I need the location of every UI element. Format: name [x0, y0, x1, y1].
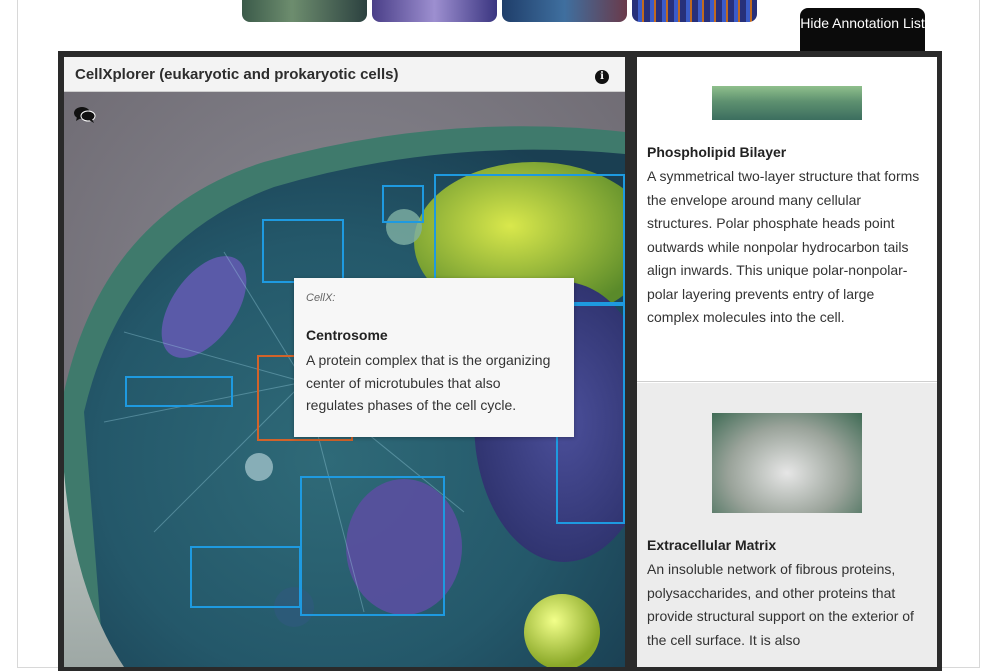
annotation-thumbnail [712, 413, 862, 513]
viewer-header: CellXplorer (eukaryotic and prokaryotic … [64, 57, 625, 92]
scene-thumbnail[interactable] [372, 0, 497, 22]
viewer-title: CellXplorer (eukaryotic and prokaryotic … [75, 66, 399, 83]
info-icon[interactable]: i [595, 70, 609, 84]
hotspot-mitochondrion[interactable] [300, 476, 445, 616]
annotation-item[interactable]: Extracellular Matrix An insoluble networ… [637, 383, 937, 667]
annotation-thumbnail [712, 86, 862, 120]
scene-thumbnails [242, 0, 757, 22]
scene-thumbnail[interactable] [502, 0, 627, 22]
annotation-item[interactable]: Phospholipid Bilayer A symmetrical two-l… [637, 57, 937, 382]
hotspot-lysosome[interactable] [262, 219, 344, 283]
hotspot-extracellular-matrix[interactable] [190, 546, 301, 608]
tooltip-source: CellX: [306, 292, 336, 304]
cell-illustration[interactable]: CellX: Centrosome A protein complex that… [64, 92, 625, 667]
tooltip-text: A protein complex that is the organizing… [306, 352, 551, 413]
tooltip-title: Centrosome [306, 327, 388, 343]
panel-divider [631, 51, 636, 671]
scene-thumbnail[interactable] [632, 0, 757, 22]
annotation-title: Extracellular Matrix [647, 537, 777, 553]
annotation-text: A symmetrical two-layer structure that f… [647, 168, 920, 325]
chat-bubbles-icon[interactable] [74, 106, 96, 129]
cell-viewer: CellXplorer (eukaryotic and prokaryotic … [64, 57, 625, 667]
hotspot-vesicle[interactable] [382, 185, 424, 223]
annotation-title: Phospholipid Bilayer [647, 144, 787, 160]
annotation-tooltip: CellX: Centrosome A protein complex that… [294, 278, 574, 437]
hide-annotation-list-button[interactable]: Hide Annotation List [800, 8, 925, 54]
hotspot-microtubule[interactable] [125, 376, 233, 407]
annotation-list[interactable]: Phospholipid Bilayer A symmetrical two-l… [637, 57, 937, 667]
annotation-text: An insoluble network of fibrous proteins… [647, 561, 914, 648]
scene-thumbnail[interactable] [242, 0, 367, 22]
